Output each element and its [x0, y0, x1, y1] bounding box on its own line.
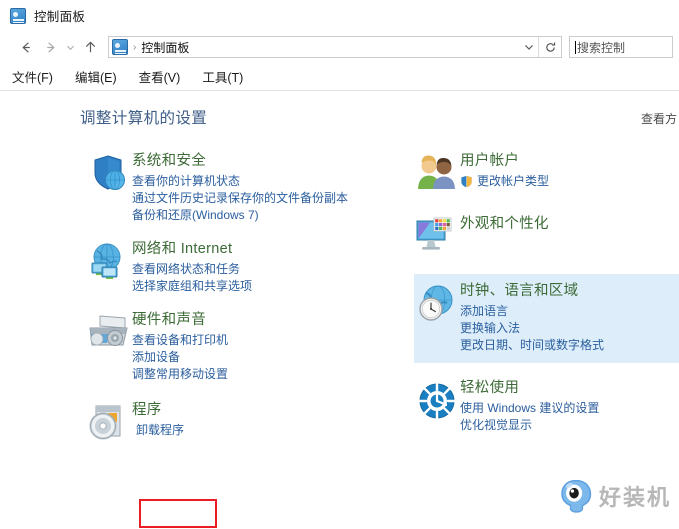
programs-disc-icon [86, 400, 132, 444]
ease-of-access-icon [414, 378, 460, 434]
category-title[interactable]: 程序 [132, 401, 386, 420]
control-panel-icon [10, 7, 26, 24]
category-title[interactable]: 系统和安全 [132, 152, 386, 171]
category-title[interactable]: 轻松使用 [460, 379, 679, 398]
category-link-uninstall-program[interactable]: 卸载程序 [132, 422, 386, 439]
category-body: 轻松使用 使用 Windows 建议的设置 优化视觉显示 [460, 378, 679, 434]
category-link-file-history[interactable]: 通过文件历史记录保存你的文件备份副本 [132, 190, 386, 207]
highlight-box-uninstall-program [139, 499, 217, 528]
category-link-devices-printers[interactable]: 查看设备和打印机 [132, 332, 386, 349]
up-arrow-icon[interactable] [78, 35, 102, 59]
window-title: 控制面板 [34, 10, 86, 24]
category-column-left: 系统和安全 查看你的计算机状态 通过文件历史记录保存你的文件备份副本 备份和还原… [86, 146, 386, 448]
category-link-label: 更改帐户类型 [477, 174, 550, 188]
menu-bar: 文件(F) 编辑(E) 查看(V) 工具(T) [0, 63, 679, 91]
category-title[interactable]: 时钟、语言和区域 [460, 282, 679, 301]
category-system-and-security[interactable]: 系统和安全 查看你的计算机状态 通过文件历史记录保存你的文件备份副本 备份和还原… [86, 146, 386, 228]
forward-arrow-icon[interactable] [38, 35, 62, 59]
monitor-palette-icon [414, 214, 460, 256]
globe-network-icon [86, 239, 132, 295]
breadcrumb-control-panel[interactable]: 控制面板 [141, 39, 189, 56]
category-link-view-status[interactable]: 查看你的计算机状态 [132, 173, 386, 190]
view-by-label[interactable]: 查看方 [641, 110, 679, 127]
category-title[interactable]: 外观和个性化 [460, 215, 679, 234]
navigation-bar: › 控制面板 搜索控制 [0, 31, 679, 63]
category-link-optimize-display[interactable]: 优化视觉显示 [460, 417, 679, 434]
category-body: 程序 卸载程序 [132, 400, 386, 444]
category-link-add-device[interactable]: 添加设备 [132, 349, 386, 366]
category-body: 硬件和声音 查看设备和打印机 添加设备 调整常用移动设置 [132, 310, 386, 383]
back-arrow-icon[interactable] [14, 35, 38, 59]
address-chevron-down-icon[interactable] [520, 37, 538, 57]
category-title[interactable]: 网络和 Internet [132, 240, 386, 259]
category-link-homegroup[interactable]: 选择家庭组和共享选项 [132, 278, 386, 295]
content-area: 调整计算机的设置 查看方 系统和安全 查看你的计算机状态 通过文件历史记录保存你… [0, 91, 679, 528]
category-ease-of-access[interactable]: 轻松使用 使用 Windows 建议的设置 优化视觉显示 [414, 373, 679, 438]
menu-item-edit[interactable]: 编辑(E) [75, 67, 117, 86]
category-link-mobility-settings[interactable]: 调整常用移动设置 [132, 366, 386, 383]
category-link-add-language[interactable]: 添加语言 [460, 303, 679, 320]
address-control-panel-icon [112, 39, 128, 55]
category-link-change-date-time-format[interactable]: 更改日期、时间或数字格式 [460, 337, 679, 354]
page-title: 调整计算机的设置 [80, 110, 208, 127]
menu-item-file[interactable]: 文件(F) [12, 67, 53, 86]
clock-globe-icon [414, 281, 460, 354]
category-appearance-and-personalization[interactable]: 外观和个性化 [414, 209, 679, 260]
shield-icon [86, 151, 132, 224]
watermark-text: 好装机 [598, 485, 671, 510]
category-body: 系统和安全 查看你的计算机状态 通过文件历史记录保存你的文件备份副本 备份和还原… [132, 151, 386, 224]
watermark: 好装机 [557, 477, 671, 515]
title-bar: 控制面板 [0, 0, 679, 31]
menu-item-tools[interactable]: 工具(T) [202, 67, 243, 86]
category-link-recommended-settings[interactable]: 使用 Windows 建议的设置 [460, 400, 679, 417]
address-bar[interactable]: › 控制面板 [108, 36, 562, 58]
menu-item-view[interactable]: 查看(V) [139, 67, 181, 86]
chevron-down-icon[interactable] [62, 35, 78, 59]
category-link-change-account-type[interactable]: 更改帐户类型 [460, 173, 679, 190]
category-body: 网络和 Internet 查看网络状态和任务 选择家庭组和共享选项 [132, 239, 386, 295]
refresh-icon[interactable] [538, 37, 561, 57]
category-link-change-input-method[interactable]: 更换输入法 [460, 320, 679, 337]
category-body: 外观和个性化 [460, 214, 679, 256]
printer-icon [86, 310, 132, 383]
breadcrumb-separator: › [133, 41, 137, 53]
category-title[interactable]: 用户帐户 [460, 152, 679, 171]
text-caret [575, 40, 576, 54]
category-link-network-status[interactable]: 查看网络状态和任务 [132, 261, 386, 278]
uac-shield-icon [460, 175, 473, 188]
category-network-and-internet[interactable]: 网络和 Internet 查看网络状态和任务 选择家庭组和共享选项 [86, 234, 386, 299]
category-column-right: 用户帐户 更改帐户类型 外观和个性化 时钟、语言和区域 添加语言 更换输入法 更… [414, 146, 679, 438]
users-icon [414, 151, 460, 193]
search-input[interactable]: 搜索控制 [569, 36, 673, 58]
category-body: 用户帐户 更改帐户类型 [460, 151, 679, 193]
category-body: 时钟、语言和区域 添加语言 更换输入法 更改日期、时间或数字格式 [460, 281, 679, 354]
eye-mascot-icon [557, 477, 595, 515]
search-placeholder: 搜索控制 [577, 40, 626, 55]
category-user-accounts[interactable]: 用户帐户 更改帐户类型 [414, 146, 679, 197]
category-programs[interactable]: 程序 卸载程序 [86, 395, 386, 448]
category-clock-language-region[interactable]: 时钟、语言和区域 添加语言 更换输入法 更改日期、时间或数字格式 [414, 274, 679, 363]
category-link-backup-restore[interactable]: 备份和还原(Windows 7) [132, 207, 386, 224]
category-title[interactable]: 硬件和声音 [132, 311, 386, 330]
category-hardware-and-sound[interactable]: 硬件和声音 查看设备和打印机 添加设备 调整常用移动设置 [86, 305, 386, 387]
